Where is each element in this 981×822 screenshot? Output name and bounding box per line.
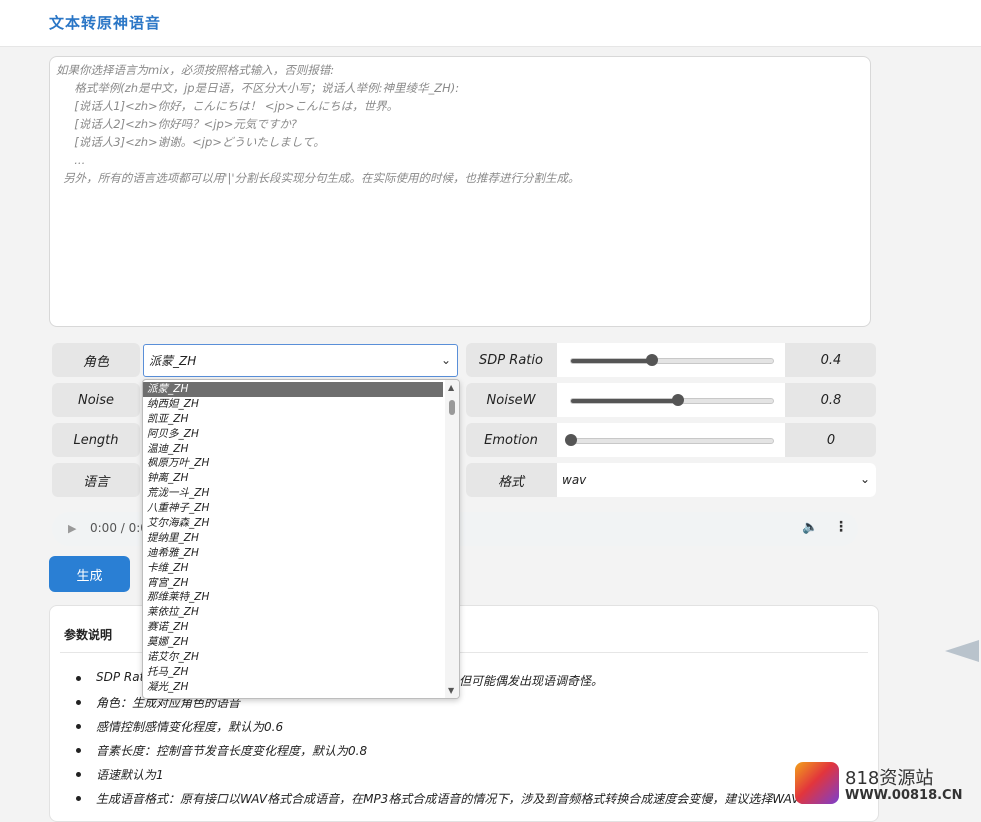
format-select[interactable]: wav ⌄ [557,463,876,497]
clapperboard-icon [795,762,839,804]
app-title: 文本转原神语音 [49,14,162,32]
role-option[interactable]: 宵宫_ZH [143,576,443,591]
emotion-row: Emotion 0 [466,423,876,457]
noise-label: Noise [52,383,140,417]
watermark: 818资源站 WWW.00818.CN [795,760,981,810]
noisew-slider[interactable] [570,394,774,406]
role-option[interactable]: 荒泷一斗_ZH [143,486,443,501]
emotion-value[interactable]: 0 [786,423,876,457]
sdp-ratio-thumb[interactable] [645,354,658,366]
dropdown-scrollbar[interactable]: ▲ ▼ [445,380,459,698]
role-option[interactable]: 迪希雅_ZH [143,546,443,561]
watermark-name: 818资源站 [845,768,934,789]
noisew-label: NoiseW [486,392,536,408]
role-option[interactable]: 托马_ZH [143,665,443,680]
emotion-thumb[interactable] [565,434,577,446]
chevron-down-icon: ⌄ [440,353,451,367]
role-option[interactable]: 那维莱特_ZH [143,590,443,605]
emotion-slider[interactable] [565,434,774,446]
chevron-down-icon: ⌄ [859,472,870,486]
role-option[interactable]: 提纳里_ZH [143,531,443,546]
generate-button[interactable]: 生成 [49,556,130,592]
play-icon[interactable]: ▶ [68,522,76,535]
role-option[interactable]: 莱依拉_ZH [143,605,443,620]
role-option[interactable]: 钟离_ZH [143,471,443,486]
role-option[interactable]: 莫娜_ZH [143,635,443,650]
role-option[interactable]: 八重神子_ZH [143,501,443,516]
format-label: 格式 [497,474,524,490]
scroll-down-icon[interactable]: ▼ [448,686,454,695]
more-options-icon[interactable]: ⋮ [834,519,848,535]
role-option[interactable]: 凝光_ZH [143,680,443,695]
sdp-ratio-row: SDP Ratio 0.4 [466,343,876,377]
sdp-ratio-value[interactable]: 0.4 [786,343,876,377]
arrow-icon [945,640,979,662]
role-option[interactable]: 艾尔海森_ZH [143,516,443,531]
params-title: 参数说明 [64,628,113,642]
length-label: Length [52,423,140,457]
role-select[interactable]: 派蒙_ZH ⌄ [143,344,458,377]
role-option[interactable]: 凯亚_ZH [143,412,443,427]
params-item: 语速默认为1 [76,766,823,790]
sdp-ratio-slider-area [557,343,785,377]
noisew-row: NoiseW 0.8 [466,383,876,417]
role-option[interactable]: 温迪_ZH [143,442,443,457]
sdp-ratio-fill [571,359,652,363]
sdp-ratio-slider[interactable] [570,354,774,366]
noisew-value[interactable]: 0.8 [786,383,876,417]
watermark-url: WWW.00818.CN [845,788,963,803]
text-input[interactable] [56,61,864,322]
audio-time: 0:00 / 0:0 [90,521,148,535]
role-label: 角色 [52,343,140,377]
format-select-value: wav [562,473,587,487]
role-option[interactable]: 赛诺_ZH [143,620,443,635]
role-option[interactable]: 派蒙_ZH [143,382,443,397]
role-options-list: 派蒙_ZH 纳西妲_ZH 凯亚_ZH 阿贝多_ZH 温迪_ZH 枫原万叶_ZH 钟离_ZH 荒… [143,382,443,695]
format-row: 格式 wav ⌄ [466,463,876,497]
sdp-ratio-label: SDP Ratio [479,352,543,368]
language-label: 语言 [52,463,140,497]
role-option[interactable]: 阿贝多_ZH [143,427,443,442]
text-input-box[interactable] [49,56,871,327]
volume-icon[interactable]: 🔈 [802,520,818,535]
role-option[interactable]: 卡维_ZH [143,561,443,576]
emotion-label: Emotion [484,432,538,448]
role-option[interactable]: 枫原万叶_ZH [143,456,443,471]
noisew-slider-area [557,383,785,417]
params-item: 感情控制感情变化程度，默认为0.6 [76,718,823,742]
scroll-up-icon[interactable]: ▲ [448,383,454,392]
noisew-thumb[interactable] [672,394,685,406]
params-item: 生成语音格式：原有接口以WAV格式合成语音，在MP3格式合成语音的情况下，涉及到… [76,790,823,814]
emotion-slider-area [557,423,785,457]
header-bar: 文本转原神语音 [0,0,981,47]
role-dropdown[interactable]: 派蒙_ZH 纳西妲_ZH 凯亚_ZH 阿贝多_ZH 温迪_ZH 枫原万叶_ZH 钟离_ZH 荒… [142,379,460,699]
role-select-value: 派蒙_ZH [149,354,197,368]
params-item-partial: 但可能偶发出现语调奇怪。 [459,674,604,688]
role-option[interactable]: 诺艾尔_ZH [143,650,443,665]
noisew-fill [571,399,679,403]
role-option[interactable]: 纳西妲_ZH [143,397,443,412]
params-item: 音素长度：控制音节发音长度变化程度，默认为0.8 [76,742,823,766]
scrollbar-thumb[interactable] [449,400,455,415]
